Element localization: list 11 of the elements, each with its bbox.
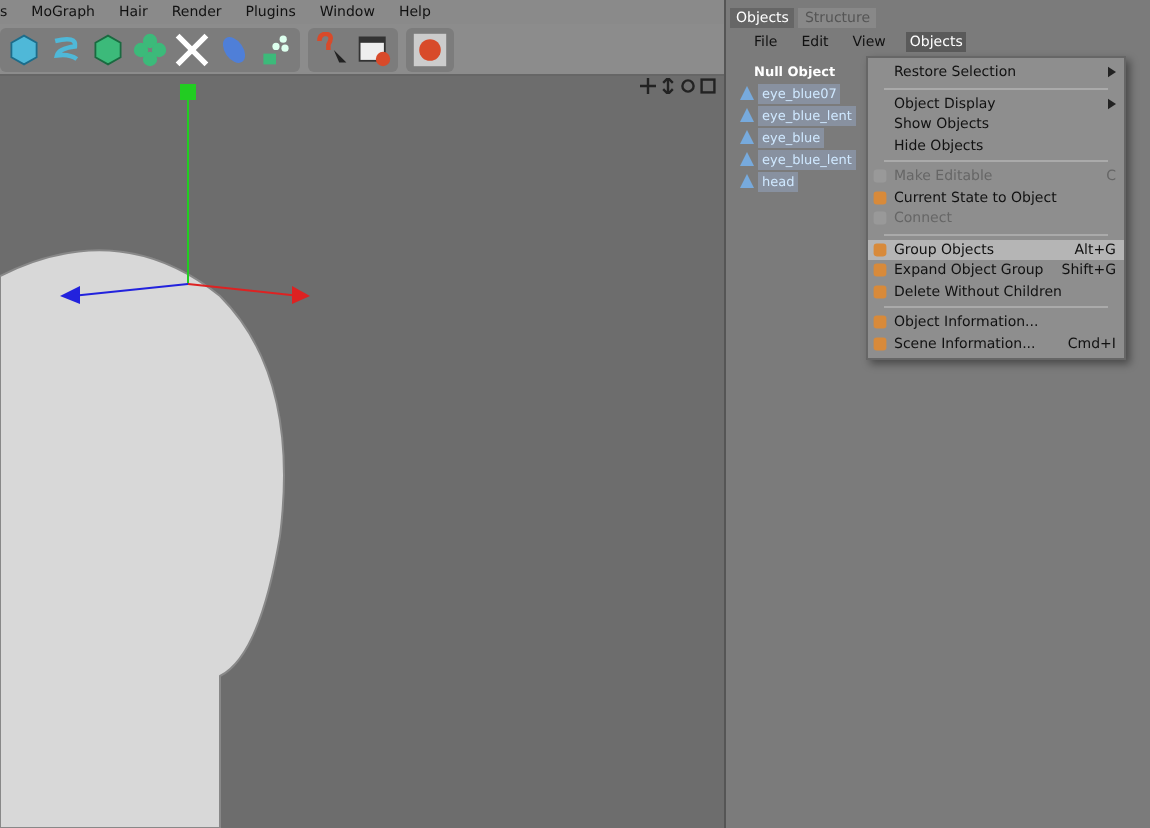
submenu-arrow-icon: [1108, 97, 1116, 110]
cube-icon[interactable]: [6, 31, 42, 67]
submenu-arrow-icon: [1108, 66, 1116, 79]
question-cursor-icon[interactable]: [314, 31, 350, 67]
rotate-icon[interactable]: [680, 78, 696, 94]
maximize-icon[interactable]: [700, 78, 716, 94]
dots-icon[interactable]: [258, 31, 294, 67]
flower-icon[interactable]: [132, 31, 168, 67]
render-icon[interactable]: [412, 31, 448, 67]
cube-icon[interactable]: [90, 31, 126, 67]
move-icon[interactable]: [640, 78, 656, 94]
